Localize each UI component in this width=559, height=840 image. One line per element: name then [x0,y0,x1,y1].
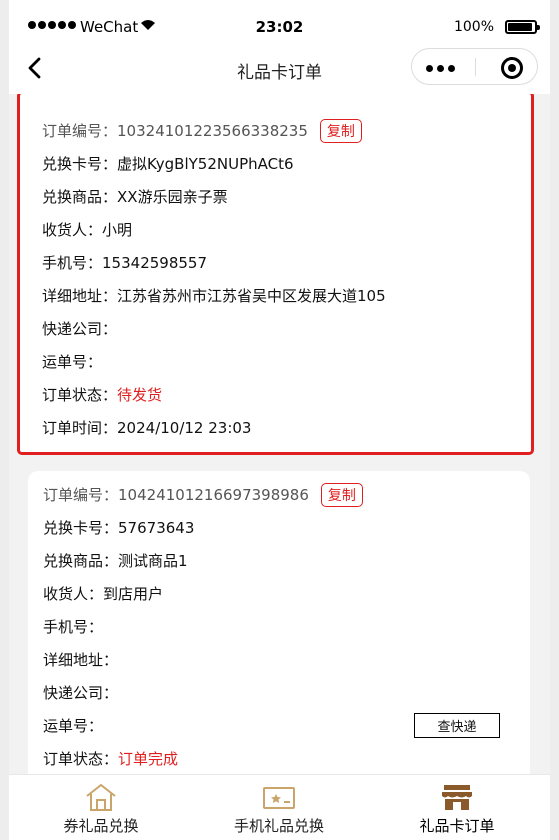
gift-card-icon [263,787,295,809]
right-frame [550,0,559,840]
phone-number: 15342598557 [102,253,207,272]
battery-icon [505,20,540,34]
more-icon[interactable] [426,65,455,72]
order-status: 待发货 [117,386,163,404]
tab-gift-card-orders[interactable]: 礼品卡订单 [367,775,547,840]
address: 江苏省苏州市江苏省吴中区发展大道105 [117,287,386,305]
product-row: 兑换商品： 测试商品1 [43,544,515,577]
phone-row: 手机号： [43,610,515,643]
tab-coupon-exchange[interactable]: 券礼品兑换 [11,775,191,840]
card-no-row: 兑换卡号： 57673643 [43,511,515,544]
close-target-icon[interactable] [501,57,523,79]
time-label: 订单时间： [42,419,118,437]
house-icon [86,783,116,811]
receiver-name: 到店用户 [103,585,164,603]
nav-bar: 礼品卡订单 [9,42,550,94]
receiver-label: 收货人： [43,585,104,603]
tab-label: 礼品卡订单 [419,817,495,835]
card-no: 虚拟KygBlY52NUPhACt6 [117,155,294,173]
card-no: 57673643 [118,518,195,537]
phone-label: 手机号： [42,254,103,272]
receiver-name: 小明 [102,221,133,239]
waybill-row: 运单号： 查快递 [43,709,515,742]
product-label: 兑换商品： [42,188,118,206]
product-label: 兑换商品： [43,552,119,570]
card-no-label: 兑换卡号： [42,155,118,173]
mini-program-capsule [411,48,538,85]
capsule-divider [475,58,476,76]
courier-label: 快递公司： [43,684,119,702]
tab-phone-gift-exchange[interactable]: 手机礼品兑换 [189,775,369,840]
product-name: XX游乐园亲子票 [117,188,228,206]
order-list[interactable]: 订单编号： 10324101223566338235 复制 兑换卡号： 虚拟Ky… [9,94,550,774]
time-row: 订单时间： 2024/10/12 23:03 [42,411,516,444]
status-label: 订单状态： [43,750,119,768]
order-time: 2024/10/12 23:03 [117,418,252,437]
waybill-label: 运单号： [42,353,103,371]
status-label: 订单状态： [42,386,118,404]
order-no-label: 订单编号： [43,486,119,504]
store-icon [442,785,472,810]
order-no-row: 订单编号： 10324101223566338235 复制 [42,114,516,147]
order-card: 订单编号： 10424101216697398986 复制 兑换卡号： 5767… [28,471,530,774]
card-no-label: 兑换卡号： [43,519,119,537]
product-row: 兑换商品： XX游乐园亲子票 [42,180,516,213]
receiver-label: 收货人： [42,221,103,239]
tab-bar: 券礼品兑换 手机礼品兑换 礼品卡订单 [9,774,550,840]
order-no-label: 订单编号： [42,122,118,140]
order-no: 10424101216697398986 [118,485,309,504]
order-card: 订单编号： 10324101223566338235 复制 兑换卡号： 虚拟Ky… [17,94,534,455]
battery-percent: 100% [453,19,494,35]
address-label: 详细地址： [42,287,118,305]
copy-button[interactable]: 复制 [319,118,362,143]
address-label: 详细地址： [43,651,119,669]
waybill-row: 运单号： [42,345,516,378]
status-row: 订单状态： 待发货 [42,378,516,411]
status-bar: WeChat 23:02 100% [9,0,550,42]
tab-label: 手机礼品兑换 [233,817,324,835]
phone-screen: WeChat 23:02 100% 礼品卡订单 订单编号： 1032410122… [9,0,550,840]
address-row: 详细地址： [43,643,515,676]
order-no: 10324101223566338235 [117,121,308,140]
courier-label: 快递公司： [42,320,118,338]
order-no-row: 订单编号： 10424101216697398986 复制 [43,478,515,511]
phone-row: 手机号： 15342598557 [42,246,516,279]
track-express-button[interactable]: 查快递 [414,713,500,738]
tab-label: 券礼品兑换 [63,817,139,835]
courier-row: 快递公司： [42,312,516,345]
left-frame [0,0,9,840]
receiver-row: 收货人： 小明 [42,213,516,246]
status-row: 订单状态： 订单完成 [43,742,515,774]
phone-label: 手机号： [43,618,104,636]
waybill-label: 运单号： [43,717,104,735]
card-no-row: 兑换卡号： 虚拟KygBlY52NUPhACt6 [42,147,516,180]
receiver-row: 收货人： 到店用户 [43,577,515,610]
copy-button[interactable]: 复制 [320,482,363,507]
address-row: 详细地址： 江苏省苏州市江苏省吴中区发展大道105 [42,279,516,312]
product-name: 测试商品1 [118,552,188,570]
order-status: 订单完成 [118,750,179,768]
courier-row: 快递公司： [43,676,515,709]
